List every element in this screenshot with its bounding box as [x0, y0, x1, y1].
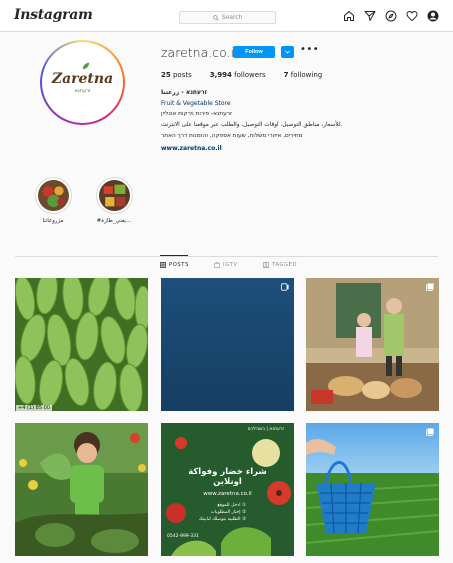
profile-username: zaretna.co.il — [161, 45, 238, 60]
profile-category: Fruit & Vegetable Store — [161, 100, 231, 107]
story-highlight[interactable]: #يعني_طازة... — [94, 177, 134, 224]
more-options-icon[interactable]: ••• — [300, 44, 319, 55]
promo-header-text: זרעתנא | בשבילכם — [247, 427, 284, 432]
igtv-icon — [214, 262, 220, 268]
profile-avatar: Zaretna זרעתנא — [42, 42, 123, 123]
promo-title: شراء خضار وفواكة اونلاين — [188, 467, 267, 487]
highlight-ring — [95, 177, 133, 214]
direct-icon[interactable] — [364, 10, 376, 22]
post-image-zucchini — [15, 278, 148, 411]
top-navigation-bar: Instagram Search — [0, 0, 453, 32]
tab-tagged[interactable]: TAGGED — [263, 262, 297, 268]
carousel-badge-icon — [426, 283, 434, 291]
profile-full-name: זרעתנא - زرعتنا — [161, 89, 208, 96]
carousel-badge-icon — [426, 428, 434, 436]
promo-step: ادخل للموقع ① — [217, 503, 246, 508]
bio-line: מחירים, איזורי משלוח, שעות אספקה, והזמנו… — [161, 133, 303, 139]
highlight-label: #يعني_طازة... — [96, 218, 132, 224]
heart-icon[interactable] — [406, 10, 418, 22]
following-stat[interactable]: 7 following — [284, 71, 323, 79]
instagram-logo[interactable]: Instagram — [14, 7, 93, 23]
active-tab-indicator — [160, 255, 188, 256]
post-thumbnail[interactable]: זרעתנא | בשבילכם شراء خضار وفواكة اونلاي… — [161, 423, 294, 556]
post-image-video — [161, 278, 294, 411]
promo-step: الطلبية بتوصلك لبابيتك ③ — [198, 517, 246, 522]
post-thumbnail[interactable]: +4 (1) 85 00 — [15, 278, 148, 411]
search-icon — [212, 14, 219, 21]
follow-button[interactable]: Follow — [233, 46, 275, 58]
profile-avatar-ring[interactable]: Zaretna זרעתנא — [40, 40, 125, 125]
grid-icon — [160, 262, 166, 268]
post-thumbnail[interactable] — [306, 423, 439, 556]
post-image-basket-field — [306, 423, 439, 556]
avatar-subtitle: זרעתנא — [74, 88, 91, 94]
home-icon[interactable] — [343, 10, 355, 22]
tab-igtv[interactable]: IGTV — [214, 262, 237, 268]
post-image-child-garden — [15, 423, 148, 556]
nav-icons — [343, 10, 439, 22]
tagged-icon — [263, 262, 269, 268]
igtv-badge-icon — [281, 283, 289, 291]
explore-icon[interactable] — [385, 10, 397, 22]
tabs-divider — [15, 256, 438, 257]
highlight-label: مزروعاتنا — [42, 218, 64, 224]
post-caption-overlay: +4 (1) 85 00 — [16, 405, 52, 411]
profile-website-link[interactable]: www.zaretna.co.il — [161, 145, 222, 152]
bio-line: זרעתנא- פירות וירקות אונליין — [161, 111, 233, 117]
profile-stats: 25 posts 3,994 followers 7 following — [161, 71, 322, 79]
post-image-children-market — [306, 278, 439, 411]
chevron-down-icon — [285, 50, 290, 54]
avatar-logo-text: Zaretna — [51, 71, 114, 87]
post-thumbnail[interactable] — [306, 278, 439, 411]
tab-posts[interactable]: POSTS — [160, 262, 189, 268]
suggested-dropdown-button[interactable] — [281, 46, 294, 58]
followers-stat[interactable]: 3,994 followers — [210, 71, 266, 79]
profile-icon[interactable] — [427, 10, 439, 22]
promo-phone: 0542-999-331 — [167, 534, 199, 539]
story-highlight[interactable]: مزروعاتنا — [33, 177, 73, 224]
highlight-thumbnail — [37, 180, 69, 211]
promo-step: إختار المطلوبات ② — [210, 510, 246, 515]
search-input[interactable]: Search — [179, 11, 276, 24]
post-thumbnail[interactable] — [161, 278, 294, 411]
highlight-thumbnail — [98, 180, 130, 211]
search-placeholder: Search — [221, 14, 243, 21]
post-thumbnail[interactable] — [15, 423, 148, 556]
posts-stat: 25 posts — [161, 71, 192, 79]
bio-line: للأسعار، مناطق التوصيل، اوقات التوصيل، و… — [161, 122, 343, 128]
highlight-ring — [34, 177, 72, 214]
leaf-icon — [82, 62, 90, 70]
promo-url: www.zaretna.co.il — [203, 491, 252, 497]
